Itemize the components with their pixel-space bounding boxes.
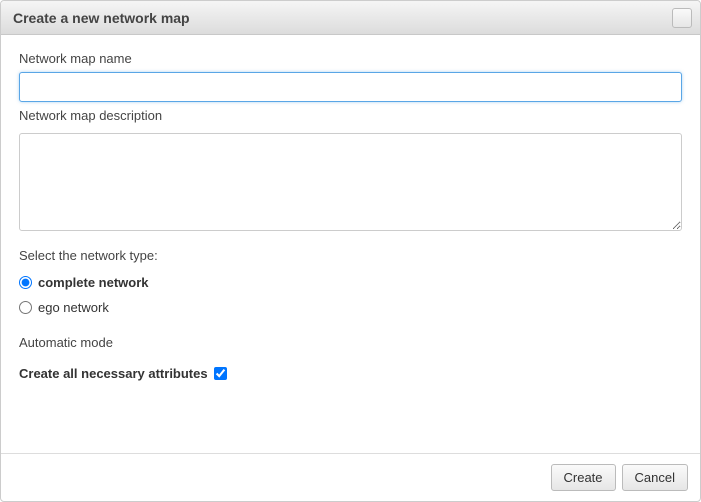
cancel-button[interactable]: Cancel <box>622 464 688 491</box>
network-map-name-input[interactable] <box>19 72 682 102</box>
radio-complete-label: complete network <box>38 275 149 290</box>
description-label: Network map description <box>19 108 682 123</box>
network-type-option-ego[interactable]: ego network <box>19 300 682 315</box>
dialog-content: Network map name Network map description… <box>1 35 700 453</box>
create-attributes-checkbox[interactable] <box>214 367 227 380</box>
radio-ego-label: ego network <box>38 300 109 315</box>
network-type-option-complete[interactable]: complete network <box>19 275 682 290</box>
automatic-mode-label: Automatic mode <box>19 335 682 350</box>
dialog-button-bar: Create Cancel <box>1 453 700 501</box>
dialog-titlebar: Create a new network map <box>1 1 700 35</box>
dialog-title: Create a new network map <box>13 10 672 26</box>
create-button[interactable]: Create <box>551 464 616 491</box>
create-attributes-row[interactable]: Create all necessary attributes <box>19 364 682 383</box>
network-type-label: Select the network type: <box>19 248 682 263</box>
name-label: Network map name <box>19 51 682 66</box>
radio-ego-network[interactable] <box>19 301 32 314</box>
network-map-description-input[interactable] <box>19 133 682 231</box>
create-network-map-dialog: Create a new network map Network map nam… <box>0 0 701 502</box>
radio-complete-network[interactable] <box>19 276 32 289</box>
close-button[interactable] <box>672 8 692 28</box>
create-attributes-label: Create all necessary attributes <box>19 366 208 381</box>
